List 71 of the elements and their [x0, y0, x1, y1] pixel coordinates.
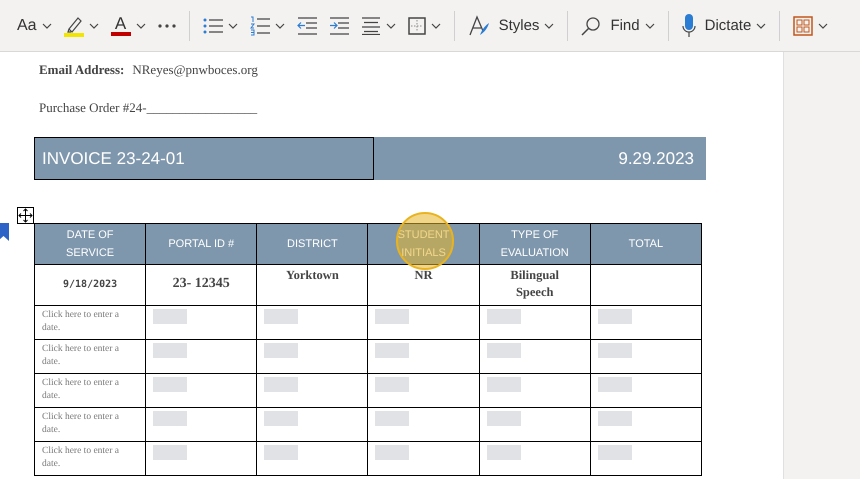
increase-indent-icon	[328, 16, 349, 34]
empty-field[interactable]	[598, 411, 632, 426]
move-handle-icon[interactable]	[17, 207, 34, 224]
caret-icon	[430, 22, 441, 28]
empty-field[interactable]	[486, 343, 521, 358]
empty-field[interactable]	[264, 309, 298, 324]
caret-icon	[136, 22, 146, 28]
empty-field[interactable]	[153, 411, 188, 426]
column-header: STUDENT INITIALS	[368, 224, 480, 264]
invoice-title: INVOICE 23-24-01	[42, 148, 185, 168]
column-header: DISTRICT	[256, 224, 368, 264]
empty-field[interactable]	[598, 309, 632, 324]
caret-icon	[386, 22, 396, 28]
table-cell: NR	[368, 264, 480, 306]
empty-field[interactable]	[486, 445, 521, 460]
caret-icon	[756, 22, 766, 28]
table-cell: Yorktown	[256, 264, 368, 306]
numbered-list-icon	[250, 16, 270, 36]
caret-icon	[274, 22, 285, 28]
table-cell: 9/18/2023	[34, 264, 146, 306]
font-size-button[interactable]: Aa	[12, 12, 57, 38]
empty-field[interactable]	[375, 411, 410, 426]
empty-field[interactable]	[598, 445, 632, 460]
empty-field[interactable]	[375, 309, 410, 324]
invoice-date: 9.29.2023	[618, 148, 694, 168]
find-button[interactable]: Find	[576, 12, 660, 40]
email-value: NReyes@pnwboces.org	[132, 62, 258, 78]
empty-field[interactable]	[486, 377, 521, 392]
empty-field[interactable]	[153, 377, 188, 392]
styles-icon	[468, 14, 490, 36]
table-cell: 23- 12345	[146, 264, 257, 306]
empty-field[interactable]	[598, 377, 632, 392]
bullet-list-icon	[202, 16, 223, 34]
microphone-icon	[682, 14, 696, 38]
borders-icon	[408, 16, 426, 34]
table-cell: Bilingual Speech	[479, 264, 590, 306]
caret-icon	[818, 22, 828, 28]
caret-icon	[544, 22, 554, 28]
empty-field[interactable]	[153, 445, 188, 460]
column-header: PORTAL ID #	[146, 224, 257, 264]
empty-field[interactable]	[486, 309, 521, 324]
caret-icon	[228, 22, 238, 28]
empty-field[interactable]	[153, 343, 188, 358]
empty-field[interactable]	[598, 343, 632, 358]
styles-button[interactable]: Styles	[462, 10, 560, 40]
purchase-order-line: Purchase Order #24-_________________	[39, 100, 258, 116]
empty-field[interactable]	[264, 445, 298, 460]
empty-field[interactable]	[375, 377, 410, 392]
column-header: TOTAL	[590, 224, 702, 264]
caret-icon	[644, 22, 655, 28]
bookmark-icon[interactable]	[0, 223, 9, 241]
empty-field[interactable]	[375, 445, 410, 460]
empty-field[interactable]	[486, 411, 521, 426]
decrease-indent-icon	[296, 16, 317, 34]
dictate-button[interactable]: Dictate	[676, 10, 772, 42]
column-header: TYPE OF EVALUATION	[479, 224, 590, 264]
email-label: Email Address:	[39, 62, 124, 78]
empty-field[interactable]	[264, 377, 298, 392]
caret-icon	[88, 22, 99, 28]
more-icon	[158, 24, 176, 28]
highlighter-icon	[64, 14, 84, 36]
column-header: DATE OF SERVICE	[34, 224, 146, 264]
empty-field[interactable]	[264, 343, 298, 358]
search-icon	[581, 16, 602, 36]
align-center-icon	[360, 16, 381, 34]
empty-field[interactable]	[153, 309, 188, 324]
grid-icon	[793, 16, 814, 36]
font-color-button[interactable]: A	[106, 12, 151, 40]
empty-field[interactable]	[375, 343, 410, 358]
empty-field[interactable]	[264, 411, 298, 426]
caret-icon	[42, 22, 52, 28]
